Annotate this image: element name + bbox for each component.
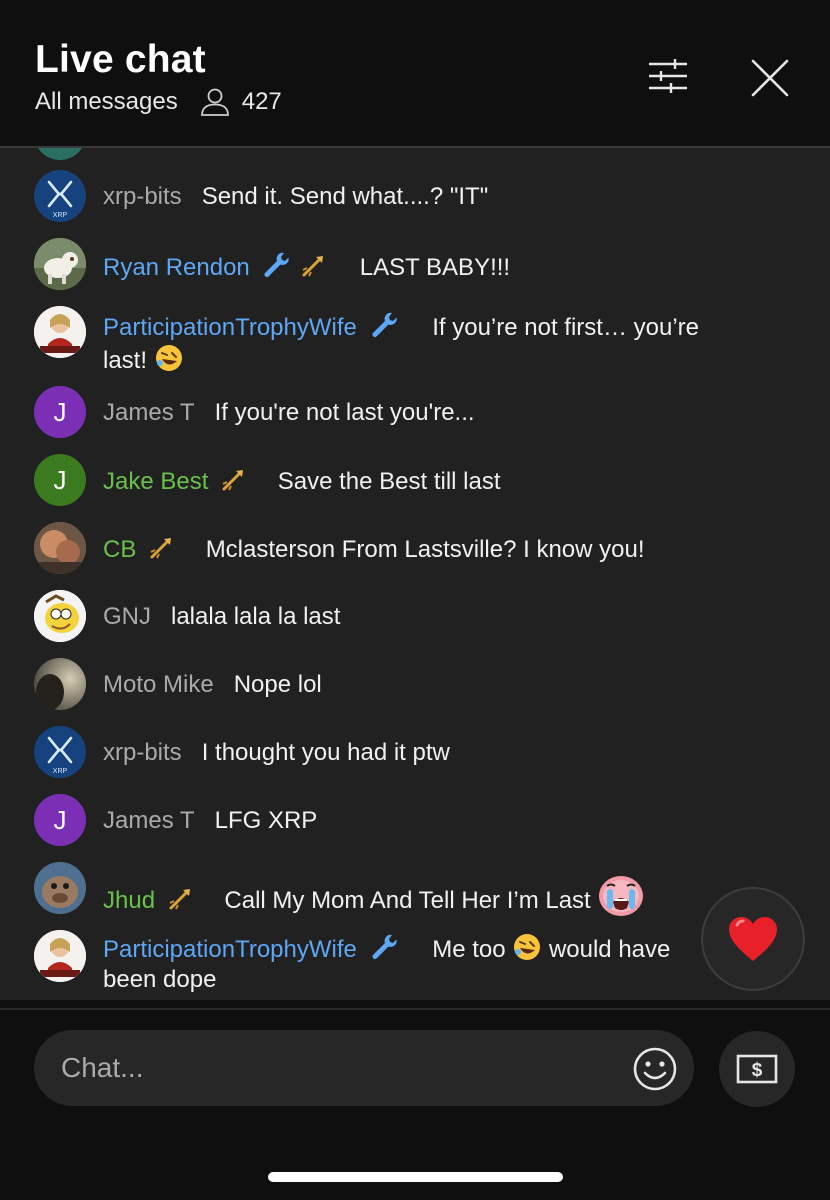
message-text: Nope lol xyxy=(233,671,322,698)
cartoon-avatar xyxy=(34,590,86,642)
chat-input[interactable]: Chat... xyxy=(34,1030,694,1106)
message-author[interactable]: CB xyxy=(103,536,136,563)
avatar: XRP xyxy=(34,726,86,778)
rocket-icon xyxy=(150,538,172,559)
message-text: I thought you had it ptw xyxy=(201,739,450,766)
avatar-letter: J xyxy=(53,396,67,427)
home-indicator[interactable] xyxy=(268,1172,563,1182)
message-text-continued: been dope xyxy=(103,966,217,993)
avatar xyxy=(34,862,86,914)
message-author[interactable]: James T xyxy=(103,807,195,834)
rocket-icon xyxy=(222,470,244,491)
dog-photo-avatar xyxy=(34,238,86,290)
message-text: LAST BABY!!! xyxy=(359,254,511,281)
avatar xyxy=(34,148,86,160)
chat-message[interactable]: Moto Mike Nope lol xyxy=(0,658,830,714)
chat-placeholder: Chat... xyxy=(61,1052,144,1083)
avatar-letter: J xyxy=(53,804,67,835)
message-text: lalala lala la last xyxy=(171,603,341,630)
people-icon xyxy=(200,88,229,116)
chat-message[interactable]: J James T LFG XRP xyxy=(0,794,830,850)
chat-filter-label: All messages xyxy=(35,88,178,115)
rofl-emoji-icon xyxy=(514,934,541,960)
avatar: J xyxy=(34,454,86,506)
message-text: If you're not last you're... xyxy=(214,399,475,426)
message-text: Mclasterson From Lastsville? I know you! xyxy=(205,536,645,563)
wrench-icon xyxy=(372,934,397,959)
trophy-wife-avatar xyxy=(34,930,86,982)
chat-message[interactable]: GNJ lalala lala la last xyxy=(0,590,830,646)
message-text: If you’re not first… you’re xyxy=(432,314,699,341)
svg-text:$: $ xyxy=(752,1060,763,1081)
message-text: would have xyxy=(548,936,671,963)
message-text: LFG XRP xyxy=(214,807,318,834)
rocket-icon xyxy=(169,889,190,910)
message-text: Send it. Send what....? "IT" xyxy=(201,183,489,210)
avatar xyxy=(34,238,86,290)
chat-message[interactable]: J Jake Best Save the Best till last xyxy=(0,454,830,510)
chat-message[interactable]: J James T If you're not last you're... xyxy=(0,386,830,442)
svg-text:XRP: XRP xyxy=(53,212,68,219)
rocket-icon xyxy=(302,256,324,277)
photo-avatar xyxy=(34,522,86,574)
close-icon xyxy=(751,59,789,97)
chat-message[interactable]: Ryan Rendon LAST BABY!!! xyxy=(0,238,830,294)
avatar xyxy=(34,658,86,710)
message-text: Save the Best till last xyxy=(277,468,501,495)
close-button[interactable] xyxy=(740,48,800,108)
heart-reaction-button[interactable] xyxy=(701,887,805,991)
avatar-letter: J xyxy=(53,464,67,495)
chat-message[interactable]: CB Mclasterson From Lastsville? I know y… xyxy=(0,522,830,578)
smiley-icon[interactable] xyxy=(632,1046,678,1092)
chat-header: Live chat All messages 427 xyxy=(0,0,830,146)
xrp-logo-icon: XRP xyxy=(34,170,86,222)
xrp-logo-icon: XRP xyxy=(34,726,86,778)
chat-message[interactable]: ParticipationTrophyWife If you’re not fi… xyxy=(0,306,830,378)
heart-icon xyxy=(729,917,777,961)
chat-message[interactable]: Jhud Call My Mom And Tell Her I’m Last xyxy=(0,862,830,918)
wrench-icon xyxy=(264,252,290,277)
rofl-emoji-icon xyxy=(155,345,182,371)
message-author[interactable]: James T xyxy=(103,399,195,426)
message-author[interactable]: Jhud xyxy=(103,887,155,914)
message-author[interactable]: Moto Mike xyxy=(103,671,214,698)
avatar: J xyxy=(34,794,86,846)
avatar xyxy=(34,930,86,982)
message-author[interactable]: xrp-bits xyxy=(103,183,182,210)
message-author[interactable]: Ryan Rendon xyxy=(103,254,250,281)
page-title: Live chat xyxy=(35,38,206,81)
message-author[interactable]: ParticipationTrophyWife xyxy=(103,936,357,963)
money-icon: $ xyxy=(736,1054,778,1084)
avatar xyxy=(34,522,86,574)
chat-message[interactable]: XRP xrp-bits Send it. Send what....? "IT" xyxy=(0,170,830,226)
message-author[interactable]: GNJ xyxy=(103,603,151,630)
sunset-photo-avatar xyxy=(34,658,86,710)
avatar xyxy=(34,590,86,642)
chat-settings-button[interactable] xyxy=(638,46,698,106)
composer-divider xyxy=(0,1008,830,1010)
message-author[interactable]: Jake Best xyxy=(103,468,208,495)
message-text-continued: last! xyxy=(103,347,148,374)
filter-sliders-icon xyxy=(649,59,687,93)
message-text: Call My Mom And Tell Her I’m Last xyxy=(224,887,591,914)
walrus-photo-avatar xyxy=(34,862,86,914)
svg-text:XRP: XRP xyxy=(53,768,68,775)
crying-face-emoji-icon xyxy=(599,876,644,916)
wrench-icon xyxy=(372,312,397,337)
chat-message[interactable]: XRP xrp-bits I thought you had it ptw xyxy=(0,726,830,782)
viewer-count: 427 xyxy=(241,88,282,115)
live-chat-screen: Live chat All messages 427 XRP xrp-bits … xyxy=(0,0,830,1200)
message-author[interactable]: ParticipationTrophyWife xyxy=(103,314,357,341)
super-chat-button[interactable]: $ xyxy=(719,1031,795,1107)
message-list[interactable]: XRP xrp-bits Send it. Send what....? "IT" xyxy=(0,148,830,1000)
message-author[interactable]: xrp-bits xyxy=(103,739,182,766)
avatar xyxy=(34,306,86,358)
chat-filter-dropdown[interactable]: All messages 427 xyxy=(35,88,282,116)
trophy-wife-avatar xyxy=(34,306,86,358)
avatar: XRP xyxy=(34,170,86,222)
avatar: J xyxy=(34,386,86,438)
message-text: Me too xyxy=(432,936,506,963)
